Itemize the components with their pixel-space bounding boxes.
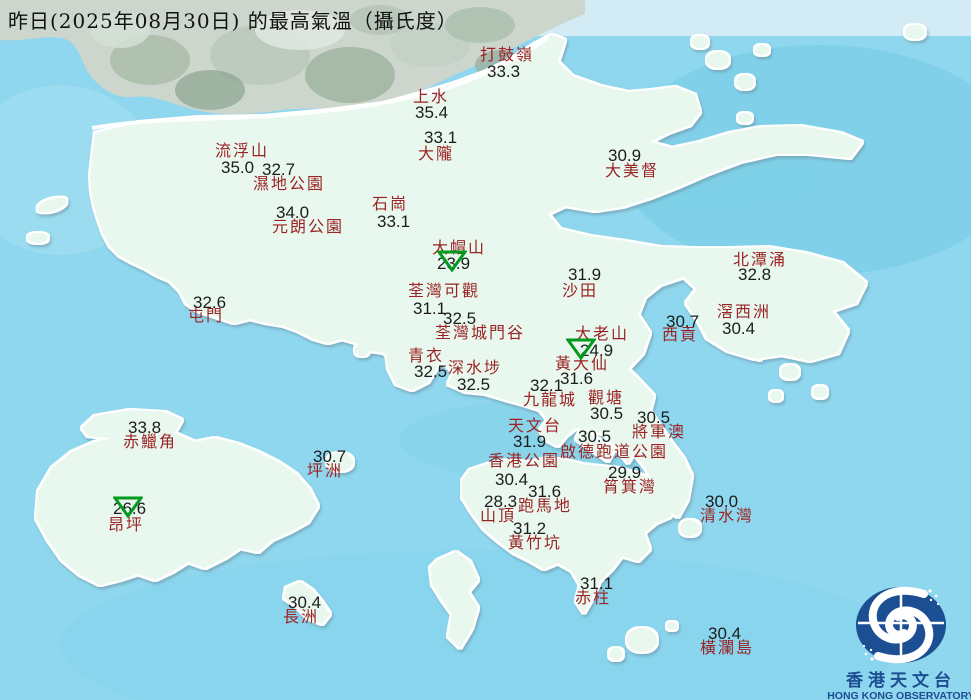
station-name-label: 清水灣 bbox=[700, 506, 755, 525]
station-value-label: 31.1 bbox=[413, 299, 447, 318]
station-name-label: 跑馬地 bbox=[518, 496, 573, 515]
station-value-label: 32.5 bbox=[414, 362, 448, 381]
hko-logo-english-name: HONG KONG OBSERVATORY bbox=[827, 690, 971, 700]
hko-logo-chinese-name: 香港天文台 bbox=[846, 670, 956, 691]
station-name-label: 屯門 bbox=[188, 306, 225, 325]
station-value-label: 30.4 bbox=[722, 319, 756, 338]
station-name-label: 石崗 bbox=[372, 194, 409, 213]
map-title: 昨日(2025年08月30日) 的最高氣溫（攝氏度） bbox=[8, 9, 458, 33]
station-name-label: 青衣 bbox=[408, 346, 445, 365]
station-name-label: 筲箕灣 bbox=[603, 477, 658, 496]
station-value-label: 31.9 bbox=[513, 432, 547, 451]
low-temperature-triangle-marker bbox=[436, 249, 468, 277]
station-value-label: 30.5 bbox=[590, 404, 624, 423]
station-name-label: 山頂 bbox=[480, 506, 517, 525]
temperature-map: 香港天文台 HONG KONG OBSERVATORY 昨日(2025年08月3… bbox=[0, 0, 971, 700]
station-value-label: 33.1 bbox=[377, 212, 411, 231]
station-name-label: 荃灣可觀 bbox=[408, 281, 481, 300]
station-value-label: 31.6 bbox=[560, 369, 594, 388]
station-name-label: 濕地公園 bbox=[253, 174, 326, 193]
low-temperature-triangle-marker bbox=[112, 495, 144, 523]
station-name-label: 西貢 bbox=[662, 325, 699, 344]
station-name-label: 九龍城 bbox=[523, 390, 578, 409]
station-name-label: 大隴 bbox=[418, 144, 455, 163]
station-name-label: 沙田 bbox=[562, 281, 599, 300]
hong-kong-map: 香港天文台 HONG KONG OBSERVATORY bbox=[0, 0, 971, 700]
station-name-label: 長洲 bbox=[283, 607, 320, 626]
station-name-label: 坪洲 bbox=[307, 461, 344, 480]
station-name-label: 荃灣城門谷 bbox=[435, 323, 526, 342]
station-name-label: 香港公園 bbox=[488, 451, 561, 470]
station-name-label: 赤柱 bbox=[575, 588, 612, 607]
station-name-label: 打鼓嶺 bbox=[480, 45, 535, 64]
station-name-label: 上水 bbox=[413, 87, 450, 106]
station-name-label: 橫瀾島 bbox=[700, 638, 755, 657]
station-name-label: 天文台 bbox=[508, 416, 563, 435]
station-name-label: 啟德跑道公園 bbox=[560, 442, 669, 461]
station-name-label: 流浮山 bbox=[215, 141, 270, 160]
station-value-label: 35.4 bbox=[415, 103, 449, 122]
station-value-label: 35.0 bbox=[221, 158, 255, 177]
station-name-label: 深水埗 bbox=[448, 358, 503, 377]
station-name-label: 將軍澳 bbox=[632, 422, 687, 441]
station-name-label: 北潭涌 bbox=[733, 250, 788, 269]
station-name-label: 黃竹坑 bbox=[508, 533, 563, 552]
station-name-label: 滘西洲 bbox=[717, 302, 772, 321]
station-value-label: 33.3 bbox=[487, 62, 521, 81]
station-name-label: 赤鱲角 bbox=[123, 432, 178, 451]
station-name-label: 觀塘 bbox=[588, 388, 625, 407]
station-value-label: 32.8 bbox=[738, 265, 772, 284]
station-name-label: 元朗公園 bbox=[272, 217, 345, 236]
station-name-label: 大美督 bbox=[605, 161, 660, 180]
station-value-label: 30.4 bbox=[495, 470, 529, 489]
station-value-label: 32.5 bbox=[457, 375, 491, 394]
low-temperature-triangle-marker bbox=[565, 337, 597, 365]
